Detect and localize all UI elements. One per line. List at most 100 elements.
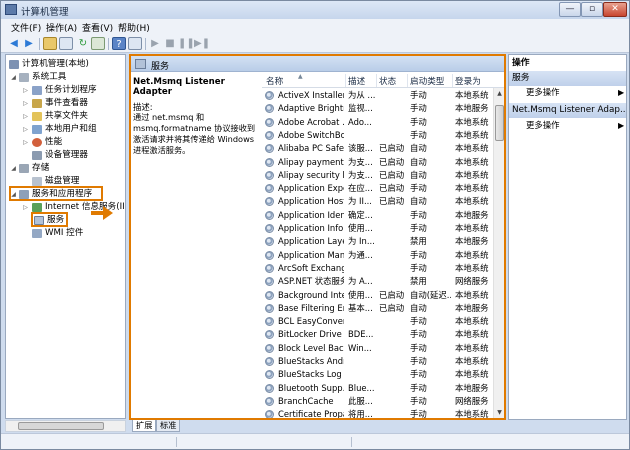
help-icon[interactable]: ? xyxy=(112,37,126,50)
service-row[interactable]: Certificate Propa... 将用... 手动 本地系统 xyxy=(262,408,493,418)
column-divider[interactable] xyxy=(345,74,346,87)
clock-icon xyxy=(32,86,42,95)
tree-horizontal-scrollbar[interactable] xyxy=(5,420,126,432)
collapse-arrow-icon[interactable]: ◢ xyxy=(10,71,17,84)
service-row[interactable]: ArcSoft Exchang... 手动 本地系统 xyxy=(262,262,493,275)
column-startup-type[interactable]: 启动类型 xyxy=(410,75,444,87)
collapse-arrow-icon[interactable]: ◢ xyxy=(10,162,17,175)
service-gear-icon xyxy=(265,184,274,194)
export-icon[interactable] xyxy=(91,37,105,50)
expand-arrow-icon[interactable]: ▷ xyxy=(22,84,29,97)
service-row[interactable]: Bluetooth Supp... Blue... 手动 本地服务 xyxy=(262,382,493,395)
service-row[interactable]: BitLocker Drive ... BDE... 手动 本地系统 xyxy=(262,328,493,341)
pause-icon[interactable]: ❚❚ xyxy=(178,37,195,50)
tree-scroll-thumb[interactable] xyxy=(18,422,104,430)
service-row[interactable]: Alibaba PC Safe ... 该服... 已启动自动 本地系统 xyxy=(262,142,493,155)
service-name-cell: ActiveX Installer ... xyxy=(278,90,344,100)
up-icon[interactable] xyxy=(43,37,57,50)
column-divider[interactable] xyxy=(407,74,408,87)
service-row[interactable]: BlueStacks Andr... 手动 本地系统 xyxy=(262,355,493,368)
service-gear-icon xyxy=(265,210,274,220)
service-startup-cell: 手动 xyxy=(410,316,427,327)
service-desc-cell: 此服... xyxy=(348,395,373,406)
service-row[interactable]: Application Laye... 为 In... 禁用 本地服务 xyxy=(262,235,493,248)
service-desc-cell: 使用... xyxy=(348,223,373,233)
close-button[interactable]: ✕ xyxy=(603,2,627,17)
service-desc-cell: 为 II... xyxy=(348,196,372,207)
forward-icon[interactable]: ▶ xyxy=(22,37,36,50)
service-gear-icon xyxy=(265,317,274,327)
toolbar-separator xyxy=(108,38,109,50)
service-row[interactable]: Alipay payment ... 为支... 已启动自动 本地系统 xyxy=(262,156,493,169)
service-logon-cell: 本地系统 xyxy=(455,369,489,380)
scroll-down-icon[interactable]: ▼ xyxy=(494,407,504,418)
menu-view[interactable]: 查看(V) xyxy=(82,21,113,34)
more-actions-selected[interactable]: 更多操作 ▶ xyxy=(509,119,626,132)
menu-file[interactable]: 文件(F) xyxy=(11,21,41,34)
maximize-button[interactable]: ▫ xyxy=(581,2,603,17)
minimize-button[interactable]: — xyxy=(559,2,581,17)
description-text: 通过 net.msmq 和 msmq.formatname 协议接收到激活请求并… xyxy=(133,112,256,155)
menu-action[interactable]: 操作(A) xyxy=(46,21,77,34)
column-divider[interactable] xyxy=(376,74,377,87)
service-row[interactable]: BranchCache 此服... 手动 网络服务 xyxy=(262,395,493,408)
service-row[interactable]: Application Infor... 使用... 手动 本地系统 xyxy=(262,222,493,235)
status-bar xyxy=(1,433,629,449)
expand-arrow-icon[interactable]: ▷ xyxy=(22,201,29,214)
show-tree-icon[interactable] xyxy=(59,37,73,50)
service-gear-icon xyxy=(265,170,274,180)
services-scroll-thumb[interactable] xyxy=(495,105,504,141)
service-row[interactable]: ActiveX Installer ... 为从 ... 手动 本地系统 xyxy=(262,89,493,102)
expand-arrow-icon[interactable]: ▷ xyxy=(22,123,29,136)
stop-icon[interactable]: ■ xyxy=(163,37,177,50)
service-row[interactable]: BlueStacks Log ... 手动 本地系统 xyxy=(262,368,493,381)
service-logon-cell: 本地服务 xyxy=(455,236,489,247)
service-row[interactable]: Adobe Acrobat ... Ado... 手动 本地系统 xyxy=(262,116,493,129)
service-row[interactable]: Background Inte... 使用... 已启动自动(延迟... 本地系统 xyxy=(262,289,493,302)
service-row[interactable]: Base Filtering En... 基本... 已启动自动 本地服务 xyxy=(262,302,493,315)
column-name[interactable]: 名称 xyxy=(266,75,283,87)
expand-arrow-icon[interactable]: ▷ xyxy=(22,97,29,110)
actions-group-services[interactable]: 服务 xyxy=(509,71,626,86)
service-logon-cell: 本地系统 xyxy=(455,129,489,140)
properties-icon[interactable] xyxy=(128,37,142,50)
service-name-cell: Alipay security b... xyxy=(278,169,344,180)
selected-service-name: Net.Msmq Listener Adapter xyxy=(133,77,225,97)
service-row[interactable]: Alipay security b... 为支... 已启动自动 本地系统 xyxy=(262,169,493,182)
service-row[interactable]: Application Man... 为通... 手动 本地系统 xyxy=(262,249,493,262)
menu-help[interactable]: 帮助(H) xyxy=(118,21,150,34)
highlight-services xyxy=(31,212,68,227)
actions-group-selected[interactable]: Net.Msmq Listener Adap... xyxy=(509,103,626,118)
title-bar[interactable]: 计算机管理 — ▫ ✕ xyxy=(1,1,629,19)
service-row[interactable]: Adobe SwitchBo... 手动 本地系统 xyxy=(262,129,493,142)
service-row[interactable]: Application Expe... 在应... 已启动手动 本地系统 xyxy=(262,182,493,195)
start-icon[interactable]: ▶ xyxy=(148,37,162,50)
restart-icon[interactable]: ▶❚ xyxy=(194,37,210,50)
service-row[interactable]: Adaptive Brightn... 监视... 手动 本地服务 xyxy=(262,102,493,115)
tab-standard[interactable]: 标准 xyxy=(156,420,181,432)
back-icon[interactable]: ◀ xyxy=(7,37,21,50)
service-row[interactable]: Block Level Back... Win... 手动 本地系统 xyxy=(262,342,493,355)
services-icon xyxy=(135,59,146,69)
tab-extended[interactable]: 扩展 xyxy=(132,420,157,432)
service-row[interactable]: ASP.NET 状态服务为 A... 禁用 网络服务 xyxy=(262,275,493,288)
service-name-cell: Application Expe... xyxy=(278,183,344,194)
service-logon-cell: 本地系统 xyxy=(455,409,489,418)
column-description[interactable]: 描述 xyxy=(348,75,365,87)
services-vertical-scrollbar[interactable]: ▲ ▼ xyxy=(493,88,504,418)
service-logon-cell: 本地系统 xyxy=(455,223,489,233)
column-status[interactable]: 状态 xyxy=(379,75,396,87)
storage-icon xyxy=(19,164,29,173)
refresh-icon[interactable]: ↻ xyxy=(76,37,90,50)
expand-arrow-icon[interactable]: ▷ xyxy=(22,110,29,123)
expand-arrow-icon[interactable]: ▷ xyxy=(22,136,29,149)
more-actions-services[interactable]: 更多操作 ▶ xyxy=(509,86,626,99)
column-divider[interactable] xyxy=(452,74,453,87)
scroll-up-icon[interactable]: ▲ xyxy=(494,88,504,99)
column-logon-as[interactable]: 登录为 xyxy=(455,75,481,87)
service-row[interactable]: Application Iden... 确定... 手动 本地服务 xyxy=(262,209,493,222)
service-row[interactable]: Application Host... 为 II... 已启动自动 本地系统 xyxy=(262,195,493,208)
service-row[interactable]: BCL EasyConvert... 手动 本地系统 xyxy=(262,315,493,328)
device-manager-icon xyxy=(32,151,42,160)
service-desc-cell: 该服... xyxy=(348,143,373,154)
